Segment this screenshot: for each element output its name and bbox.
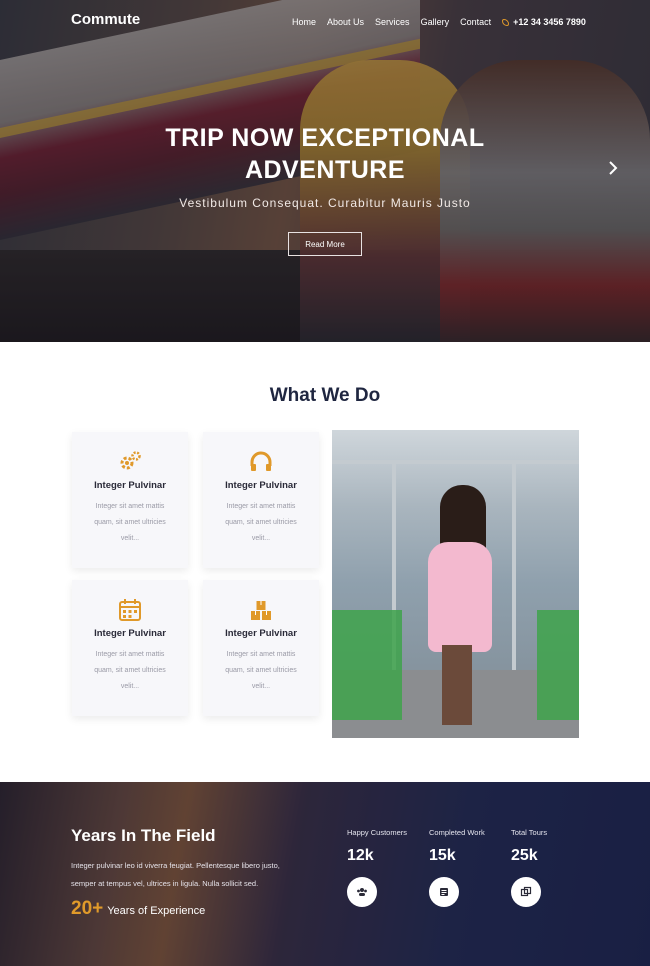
- stat-completed-work: Completed Work 15k: [429, 828, 509, 907]
- service-card-text: Integer sit amet mattis quam, sit amet u…: [213, 647, 309, 695]
- card-line: Integer sit amet mattis: [226, 651, 296, 658]
- card-line: velit...: [120, 535, 140, 542]
- card-line: Integer sit amet mattis: [95, 503, 165, 510]
- service-card[interactable]: Integer Pulvinar Integer sit amet mattis…: [203, 580, 319, 716]
- card-line: velit...: [251, 535, 271, 542]
- main-menu: Home About Us Services Gallery Contact +…: [292, 17, 597, 27]
- stat-label: Completed Work: [429, 828, 485, 837]
- card-line: velit...: [120, 683, 140, 690]
- boxes-icon: [249, 598, 273, 622]
- service-card-title: Integer Pulvinar: [94, 628, 166, 639]
- what-we-do-title: What We Do: [269, 385, 381, 406]
- phone-icon: [502, 18, 510, 26]
- service-card-text: Integer sit amet mattis quam, sit amet u…: [82, 499, 178, 547]
- layers-icon: [511, 877, 541, 907]
- metro-photo: [332, 430, 579, 738]
- nav-phone-number: +12 34 3456 7890: [513, 17, 586, 27]
- nav-item-contact[interactable]: Contact: [460, 17, 491, 27]
- card-line: quam, sit amet ultricies: [94, 519, 166, 526]
- nav-item-home[interactable]: Home: [292, 17, 316, 27]
- metro-rail: [332, 460, 579, 464]
- service-card-title: Integer Pulvinar: [225, 480, 297, 491]
- stat-label: Happy Customers: [347, 828, 408, 837]
- years-number: 20+: [71, 898, 104, 919]
- card-line: Integer sit amet mattis: [226, 503, 296, 510]
- service-card[interactable]: Integer Pulvinar Integer sit amet mattis…: [72, 580, 188, 716]
- card-line: quam, sit amet ultricies: [225, 519, 297, 526]
- headphones-icon: [249, 450, 273, 474]
- card-line: velit...: [251, 683, 271, 690]
- gears-icon: [118, 450, 142, 474]
- users-icon: [347, 877, 377, 907]
- nav-item-gallery[interactable]: Gallery: [421, 17, 450, 27]
- calendar-icon: [118, 598, 142, 622]
- card-line: Integer sit amet mattis: [95, 651, 165, 658]
- nav-item-about[interactable]: About Us: [327, 17, 364, 27]
- hero-title-line2: ADVENTURE: [244, 156, 406, 184]
- top-navigation: Commute Home About Us Services Gallery C…: [0, 0, 650, 46]
- metro-passenger-dress: [428, 542, 492, 652]
- next-slide-icon[interactable]: [607, 160, 623, 180]
- stats-desc-line2: semper at tempus vel, ultrices in ligula…: [71, 879, 259, 888]
- service-card[interactable]: Integer Pulvinar Integer sit amet mattis…: [203, 432, 319, 568]
- card-line: quam, sit amet ultricies: [225, 667, 297, 674]
- service-card-text: Integer sit amet mattis quam, sit amet u…: [82, 647, 178, 695]
- hero-title-line1: TRIP NOW EXCEPTIONAL: [165, 124, 485, 152]
- read-more-button[interactable]: Read More: [288, 232, 362, 256]
- stats-description: Integer pulvinar leo id viverra feugiat.…: [71, 857, 311, 893]
- nav-phone[interactable]: +12 34 3456 7890: [502, 17, 586, 27]
- list-icon: [429, 877, 459, 907]
- stat-value: 15k: [429, 847, 456, 864]
- metro-seat-left: [332, 610, 402, 720]
- stat-total-tours: Total Tours 25k: [511, 828, 591, 907]
- metro-seat-right: [537, 610, 579, 720]
- service-card-title: Integer Pulvinar: [225, 628, 297, 639]
- years-experience: 20+ Years of Experience: [71, 898, 205, 920]
- stat-happy-customers: Happy Customers 12k: [347, 828, 427, 907]
- nav-item-services[interactable]: Services: [375, 17, 410, 27]
- stat-value: 25k: [511, 847, 538, 864]
- hero-title: TRIP NOW EXCEPTIONAL ADVENTURE: [0, 122, 650, 186]
- years-label: Years of Experience: [107, 905, 206, 917]
- card-line: quam, sit amet ultricies: [94, 667, 166, 674]
- stats-title: Years In The Field: [71, 826, 216, 845]
- service-card-title: Integer Pulvinar: [94, 480, 166, 491]
- brand-logo[interactable]: Commute: [71, 11, 140, 28]
- stat-label: Total Tours: [511, 828, 548, 837]
- service-card-text: Integer sit amet mattis quam, sit amet u…: [213, 499, 309, 547]
- service-card[interactable]: Integer Pulvinar Integer sit amet mattis…: [72, 432, 188, 568]
- stats-desc-line1: Integer pulvinar leo id viverra feugiat.…: [71, 861, 280, 870]
- metro-passenger-legs: [442, 645, 472, 725]
- hero-subtitle: Vestibulum Consequat. Curabitur Mauris J…: [179, 196, 471, 210]
- stat-value: 12k: [347, 847, 374, 864]
